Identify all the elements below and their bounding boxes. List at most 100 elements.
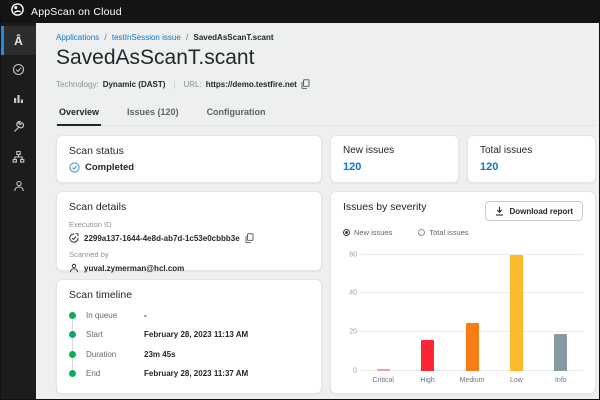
severity-title: Issues by severity [343, 201, 426, 213]
severity-bar-medium[interactable] [466, 323, 479, 371]
timeline-value: February 28, 2023 11:37 AM [144, 369, 248, 378]
bar-column [539, 245, 583, 371]
scan-check-icon [12, 63, 25, 76]
scan-meta-row: Technology: Dynamic (DAST) | URL: https:… [56, 79, 596, 89]
tab-issues[interactable]: Issues (120) [125, 102, 181, 126]
x-tick-label: Low [494, 373, 538, 384]
timeline-label: Duration [86, 350, 144, 359]
scan-status-title: Scan status [69, 145, 309, 157]
radio-total-issues[interactable]: Total issues [418, 228, 468, 237]
total-issues-value: 120 [480, 161, 583, 173]
severity-bar-info[interactable] [554, 334, 567, 371]
timeline-label: Start [86, 330, 144, 339]
scan-timeline-title: Scan timeline [69, 289, 309, 301]
download-report-label: Download report [509, 207, 573, 216]
wrench-icon [12, 121, 25, 134]
breadcrumb-link-applications[interactable]: Applications [56, 33, 99, 42]
timeline-label: In queue [86, 311, 144, 320]
chart-bars [361, 245, 583, 371]
new-issues-value: 120 [343, 161, 446, 173]
breadcrumb-link-application[interactable]: testInSession issue [112, 33, 181, 42]
breadcrumb-separator: / [186, 33, 188, 42]
sidebar-item-user[interactable] [1, 171, 36, 200]
scan-details-title: Scan details [69, 201, 309, 213]
bar-column [361, 245, 405, 371]
overview-content: Scan status Completed Scan details Execu… [56, 135, 596, 394]
download-report-button[interactable]: Download report [485, 201, 583, 221]
timeline-dot-icon [69, 370, 76, 377]
breadcrumb-current: SavedAsScanT.scant [193, 33, 273, 42]
sidebar-item-scans[interactable] [1, 55, 36, 84]
sidebar-item-applications[interactable]: Â [1, 26, 36, 55]
scan-details-card: Scan details Execution ID 2299a137-1644-… [56, 191, 322, 271]
scan-status-value: Completed [85, 162, 134, 173]
meta-divider: | [173, 80, 175, 89]
main-content: Applications / testInSession issue / Sav… [36, 23, 599, 399]
severity-card-header: Issues by severity Download report [343, 201, 583, 221]
app-title: AppScan on Cloud [31, 6, 122, 18]
scan-status-card: Scan status Completed [56, 135, 322, 183]
download-icon [495, 206, 504, 216]
x-tick-label: Medium [450, 373, 494, 384]
applications-icon: Â [14, 35, 23, 47]
scanned-by-value: yuval.zymerman@hcl.com [84, 264, 184, 273]
timeline-value: 23m 45s [144, 350, 176, 359]
copy-icon [301, 79, 310, 89]
sidebar-item-tools[interactable] [1, 113, 36, 142]
copy-execution-id-button[interactable] [245, 233, 254, 243]
copy-url-button[interactable] [301, 79, 310, 89]
radio-icon [343, 229, 350, 236]
copy-icon [245, 233, 254, 243]
user-icon [69, 263, 79, 273]
tab-configuration[interactable]: Configuration [205, 102, 268, 126]
timeline-row-end: End February 28, 2023 11:37 AM [69, 369, 309, 378]
timeline-dot-icon [69, 351, 76, 358]
x-tick-label: High [405, 373, 449, 384]
total-issues-card: Total issues 120 [467, 135, 596, 183]
check-circle-icon [69, 162, 80, 173]
severity-bar-critical[interactable] [377, 369, 390, 371]
timeline-row-duration: Duration 23m 45s [69, 350, 309, 359]
radio-icon [418, 229, 425, 236]
stat-cards-row: New issues 120 Total issues 120 [330, 135, 596, 183]
technology-label: Technology: [56, 80, 99, 89]
bar-column [405, 245, 449, 371]
scan-timeline-card: Scan timeline In queue - Start February … [56, 279, 322, 394]
sidebar-item-organization[interactable] [1, 142, 36, 171]
timeline-row-in-queue: In queue - [69, 311, 309, 320]
x-tick-label: Info [539, 373, 583, 384]
tab-bar: Overview Issues (120) Configuration [56, 102, 596, 126]
y-tick-label: 20 [349, 329, 357, 336]
new-issues-title: New issues [343, 145, 446, 156]
timeline-label: End [86, 369, 144, 378]
sidebar-item-reports[interactable] [1, 84, 36, 113]
url-value: https://demo.testfire.net [206, 80, 297, 89]
url-label: URL: [183, 80, 201, 89]
x-tick-label: Critical [361, 373, 405, 384]
left-column: Scan status Completed Scan details Execu… [56, 135, 322, 394]
radio-label: Total issues [429, 228, 468, 237]
sitemap-icon [12, 150, 25, 163]
execution-icon [69, 233, 79, 243]
sidebar: Â [1, 23, 36, 399]
chart-x-axis: CriticalHighMediumLowInfo [361, 371, 583, 384]
chart-plot-area [361, 245, 583, 371]
appscan-logo-icon [11, 3, 24, 21]
timeline-dot-icon [69, 331, 76, 338]
top-bar: AppScan on Cloud [1, 1, 599, 23]
severity-bar-chart: 0204060 CriticalHighMediumLowInfo [343, 245, 583, 384]
radio-label: New issues [354, 228, 392, 237]
chart-y-axis: 0204060 [343, 245, 361, 371]
execution-id-label: Execution ID [69, 220, 309, 229]
y-tick-label: 40 [349, 290, 357, 297]
severity-bar-high[interactable] [421, 340, 434, 371]
bar-column [450, 245, 494, 371]
timeline-dot-icon [69, 312, 76, 319]
severity-bar-low[interactable] [510, 255, 523, 371]
radio-new-issues[interactable]: New issues [343, 228, 392, 237]
tab-overview[interactable]: Overview [57, 102, 101, 126]
chart-series-toggle: New issues Total issues [343, 228, 583, 237]
timeline-list: In queue - Start February 28, 2023 11:13… [69, 311, 309, 384]
appscan-window: AppScan on Cloud Â [0, 0, 600, 400]
user-icon [13, 180, 25, 192]
